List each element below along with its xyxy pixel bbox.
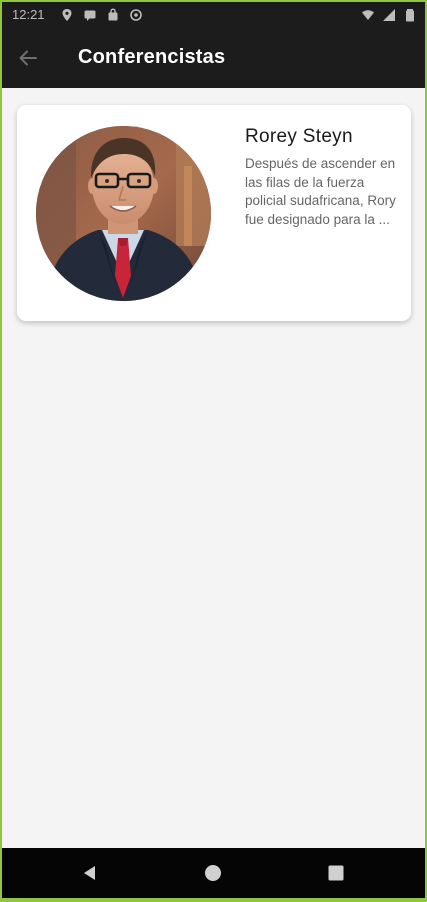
circle-home-icon xyxy=(205,865,221,881)
nav-recents-button[interactable] xyxy=(326,863,346,883)
location-icon xyxy=(62,9,72,21)
speaker-name: Rorey Steyn xyxy=(245,126,353,147)
message-icon xyxy=(84,10,96,21)
triangle-back-icon xyxy=(84,866,95,880)
battery-icon xyxy=(406,9,414,22)
status-notification-icons xyxy=(60,8,143,22)
system-navigation-bar xyxy=(2,848,425,898)
status-bar: 12:21 xyxy=(2,2,425,28)
status-time: 12:21 xyxy=(12,7,45,22)
speaker-avatar xyxy=(36,126,211,301)
page-title: Conferencistas xyxy=(78,46,226,68)
app-bar: Conferencistas xyxy=(2,28,425,88)
wifi-icon xyxy=(362,10,374,20)
signal-icon xyxy=(383,9,395,21)
back-button[interactable] xyxy=(14,44,42,72)
sync-icon xyxy=(130,9,142,21)
app-screen: 12:21 Conferencistas Rorey Steyn Después… xyxy=(2,2,425,898)
nav-back-button[interactable] xyxy=(80,863,100,883)
speaker-card[interactable]: Rorey Steyn Después de ascender en las f… xyxy=(17,105,411,321)
square-recents-icon xyxy=(328,865,344,881)
speaker-photo xyxy=(36,126,211,301)
nav-home-button[interactable] xyxy=(203,863,223,883)
speaker-bio: Después de ascender en las filas de la f… xyxy=(245,156,396,227)
arrow-left-icon xyxy=(19,50,37,66)
bag-icon xyxy=(108,8,118,21)
status-system-icons xyxy=(361,8,417,22)
speakers-list: Rorey Steyn Después de ascender en las f… xyxy=(2,88,425,848)
